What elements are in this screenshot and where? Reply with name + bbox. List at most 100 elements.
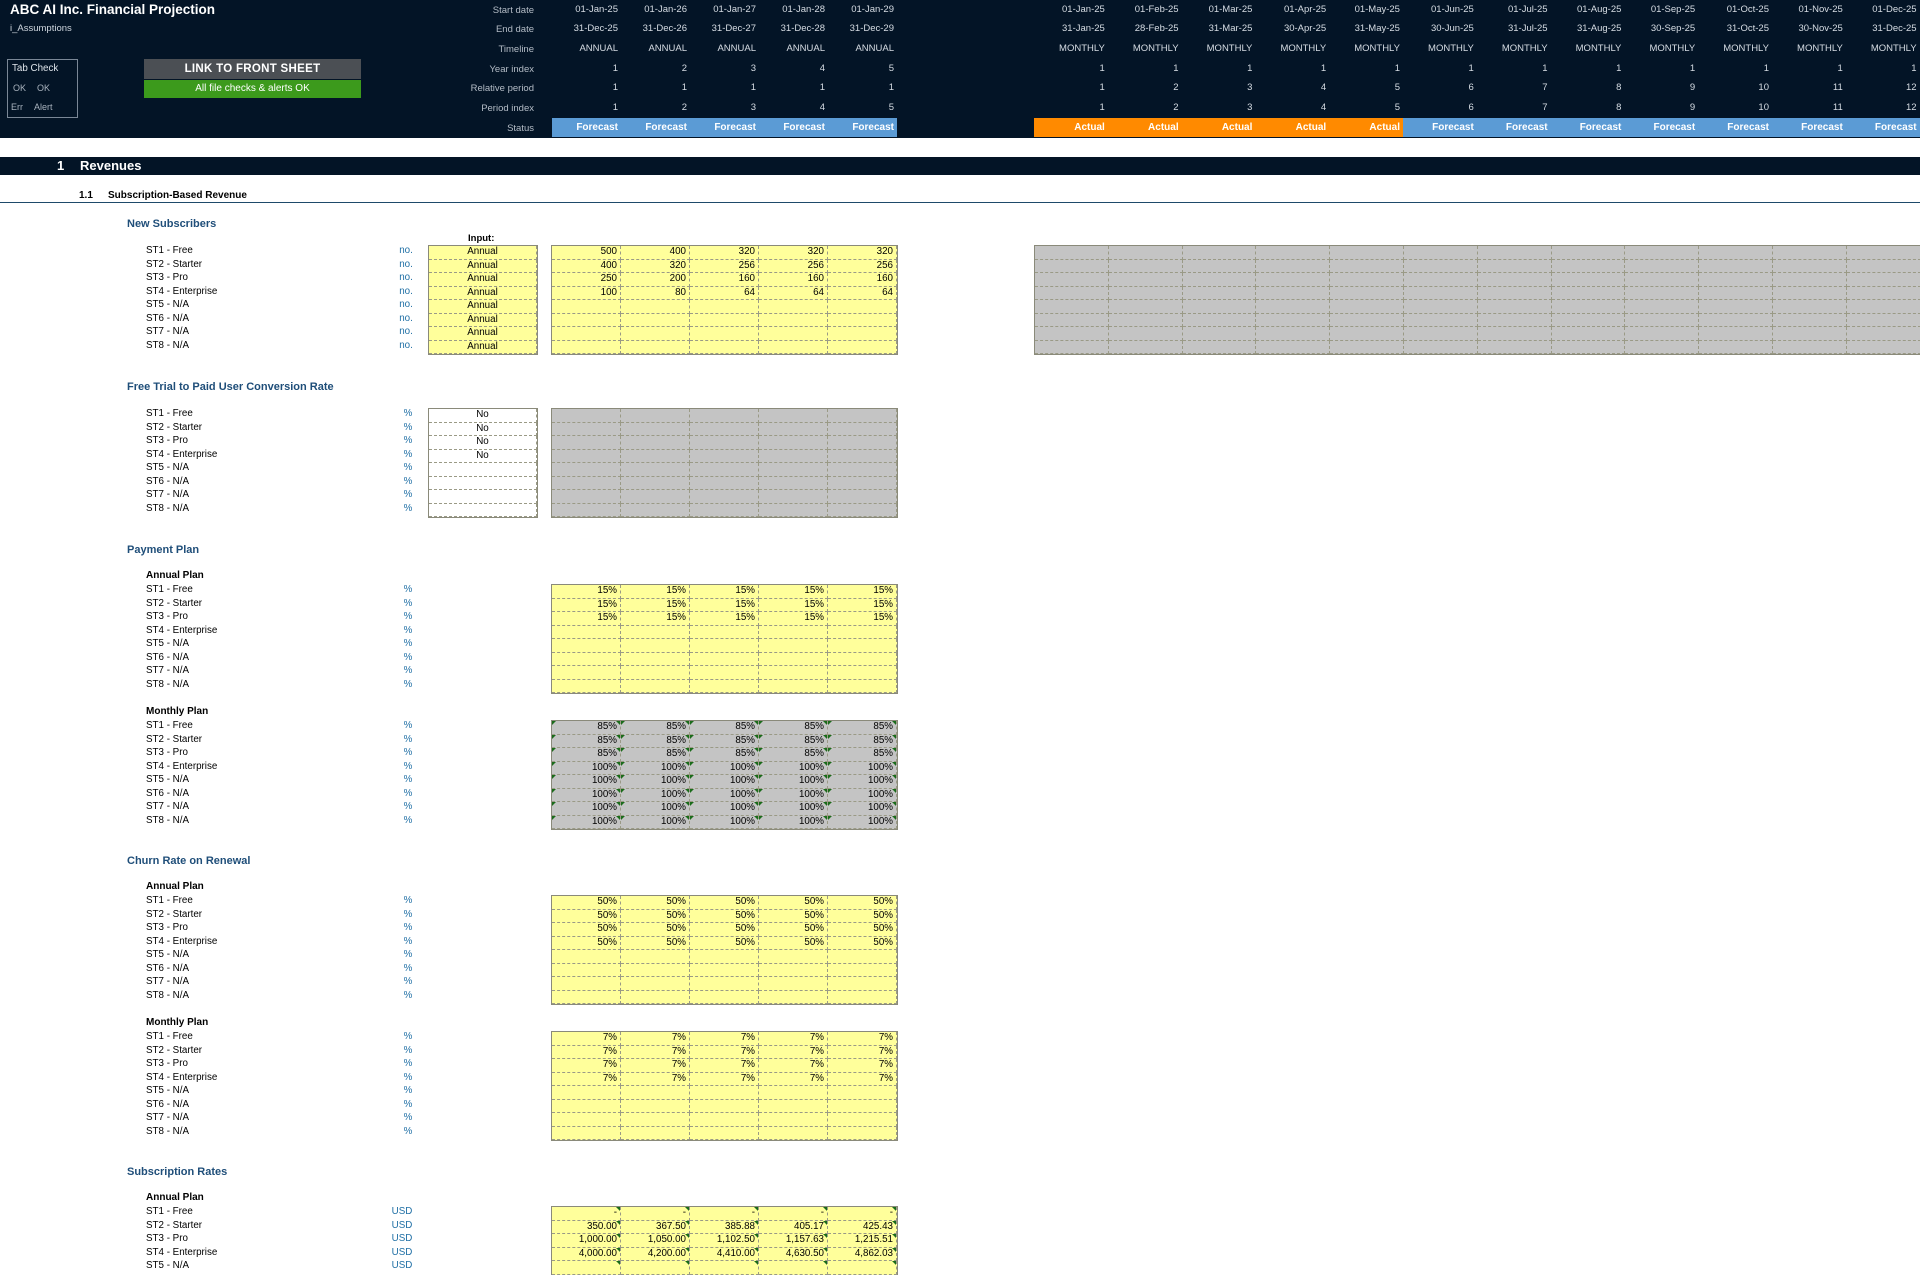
- payment-annual-cell[interactable]: 15%: [552, 612, 621, 626]
- new-subscribers-cell[interactable]: [690, 300, 759, 314]
- rate-annual-cell[interactable]: -: [690, 1207, 759, 1221]
- new-subscribers-cell[interactable]: [759, 327, 828, 341]
- churn-monthly-cell[interactable]: [690, 1113, 759, 1127]
- churn-monthly-cell[interactable]: 7%: [621, 1059, 690, 1073]
- churn-monthly-cell[interactable]: 7%: [759, 1045, 828, 1059]
- churn-monthly-cell[interactable]: [621, 1113, 690, 1127]
- payment-annual-cell[interactable]: [690, 679, 759, 693]
- churn-annual-cell[interactable]: [552, 977, 621, 991]
- payment-annual-cell[interactable]: 15%: [759, 585, 828, 599]
- churn-annual-cell[interactable]: [690, 990, 759, 1004]
- rate-annual-cell[interactable]: [621, 1261, 690, 1275]
- churn-annual-cell[interactable]: [828, 950, 897, 964]
- plan-type-input[interactable]: Annual: [429, 259, 537, 273]
- churn-monthly-cell[interactable]: 7%: [690, 1032, 759, 1046]
- payment-annual-cell[interactable]: [759, 679, 828, 693]
- churn-monthly-cell[interactable]: [828, 1086, 897, 1100]
- new-subscribers-cell[interactable]: 64: [828, 286, 897, 300]
- churn-monthly-cell[interactable]: [690, 1126, 759, 1140]
- churn-annual-cell[interactable]: [621, 950, 690, 964]
- rate-annual-cell[interactable]: 4,000.00: [552, 1247, 621, 1261]
- churn-annual-cell[interactable]: 50%: [828, 936, 897, 950]
- payment-annual-cell[interactable]: [828, 652, 897, 666]
- payment-annual-cell[interactable]: [828, 679, 897, 693]
- new-subscribers-cell[interactable]: 100: [552, 286, 621, 300]
- new-subscribers-cell[interactable]: [690, 313, 759, 327]
- churn-monthly-cell[interactable]: [759, 1113, 828, 1127]
- churn-monthly-cell[interactable]: [621, 1126, 690, 1140]
- new-subscribers-cell[interactable]: [552, 340, 621, 354]
- payment-annual-cell[interactable]: [621, 625, 690, 639]
- payment-annual-cell[interactable]: 15%: [621, 612, 690, 626]
- churn-annual-cell[interactable]: 50%: [759, 936, 828, 950]
- payment-annual-cell[interactable]: [552, 679, 621, 693]
- churn-annual-cell[interactable]: [621, 977, 690, 991]
- payment-annual-cell[interactable]: [552, 652, 621, 666]
- new-subscribers-cell[interactable]: [621, 327, 690, 341]
- plan-type-input[interactable]: Annual: [429, 300, 537, 314]
- churn-annual-cell[interactable]: 50%: [690, 923, 759, 937]
- churn-annual-cell[interactable]: 50%: [759, 923, 828, 937]
- conversion-input[interactable]: [429, 490, 537, 504]
- rate-annual-cell[interactable]: 350.00: [552, 1220, 621, 1234]
- rate-annual-cell[interactable]: 367.50: [621, 1220, 690, 1234]
- churn-monthly-cell[interactable]: [690, 1086, 759, 1100]
- new-subscribers-cell[interactable]: [621, 313, 690, 327]
- rate-annual-cell[interactable]: [552, 1261, 621, 1275]
- churn-annual-cell[interactable]: [759, 977, 828, 991]
- payment-annual-cell[interactable]: [621, 652, 690, 666]
- payment-annual-cell[interactable]: [759, 652, 828, 666]
- payment-annual-cell[interactable]: 15%: [690, 585, 759, 599]
- new-subscribers-cell[interactable]: [552, 313, 621, 327]
- churn-monthly-cell[interactable]: 7%: [828, 1045, 897, 1059]
- new-subscribers-cell[interactable]: 160: [828, 273, 897, 287]
- plan-type-input[interactable]: Annual: [429, 286, 537, 300]
- link-to-front-sheet-button[interactable]: LINK TO FRONT SHEET: [144, 59, 361, 79]
- churn-annual-cell[interactable]: 50%: [552, 936, 621, 950]
- new-subscribers-cell[interactable]: [621, 340, 690, 354]
- churn-monthly-cell[interactable]: 7%: [552, 1045, 621, 1059]
- conversion-input[interactable]: [429, 503, 537, 517]
- churn-annual-cell[interactable]: [828, 977, 897, 991]
- new-subscribers-cell[interactable]: [690, 340, 759, 354]
- payment-annual-cell[interactable]: [621, 666, 690, 680]
- payment-annual-cell[interactable]: [690, 652, 759, 666]
- rate-annual-cell[interactable]: 385.88: [690, 1220, 759, 1234]
- churn-annual-cell[interactable]: [621, 963, 690, 977]
- plan-type-input[interactable]: Annual: [429, 246, 537, 260]
- rate-annual-cell[interactable]: 405.17: [759, 1220, 828, 1234]
- churn-annual-cell[interactable]: 50%: [690, 936, 759, 950]
- new-subscribers-cell[interactable]: 400: [552, 259, 621, 273]
- churn-monthly-cell[interactable]: 7%: [759, 1059, 828, 1073]
- payment-annual-cell[interactable]: [828, 666, 897, 680]
- new-subscribers-cell[interactable]: 320: [828, 246, 897, 260]
- rate-annual-cell[interactable]: 1,102.50: [690, 1234, 759, 1248]
- churn-monthly-cell[interactable]: 7%: [621, 1045, 690, 1059]
- churn-monthly-cell[interactable]: 7%: [690, 1045, 759, 1059]
- payment-annual-cell[interactable]: [552, 666, 621, 680]
- churn-annual-cell[interactable]: 50%: [828, 909, 897, 923]
- new-subscribers-cell[interactable]: 64: [690, 286, 759, 300]
- new-subscribers-cell[interactable]: [828, 313, 897, 327]
- payment-annual-cell[interactable]: [759, 666, 828, 680]
- payment-annual-cell[interactable]: 15%: [621, 598, 690, 612]
- churn-annual-cell[interactable]: [828, 963, 897, 977]
- churn-monthly-cell[interactable]: [690, 1099, 759, 1113]
- conversion-input[interactable]: [429, 476, 537, 490]
- churn-monthly-cell[interactable]: 7%: [621, 1032, 690, 1046]
- new-subscribers-cell[interactable]: [759, 300, 828, 314]
- conversion-input[interactable]: No: [429, 422, 537, 436]
- churn-monthly-cell[interactable]: [552, 1086, 621, 1100]
- churn-monthly-cell[interactable]: 7%: [552, 1072, 621, 1086]
- conversion-input[interactable]: No: [429, 436, 537, 450]
- churn-monthly-cell[interactable]: [759, 1099, 828, 1113]
- new-subscribers-cell[interactable]: 320: [690, 246, 759, 260]
- rate-annual-cell[interactable]: 4,410.00: [690, 1247, 759, 1261]
- churn-annual-cell[interactable]: [621, 990, 690, 1004]
- churn-monthly-cell[interactable]: 7%: [828, 1032, 897, 1046]
- churn-annual-cell[interactable]: [759, 950, 828, 964]
- rate-annual-cell[interactable]: -: [621, 1207, 690, 1221]
- payment-annual-cell[interactable]: 15%: [759, 612, 828, 626]
- churn-monthly-cell[interactable]: 7%: [828, 1072, 897, 1086]
- new-subscribers-cell[interactable]: [828, 340, 897, 354]
